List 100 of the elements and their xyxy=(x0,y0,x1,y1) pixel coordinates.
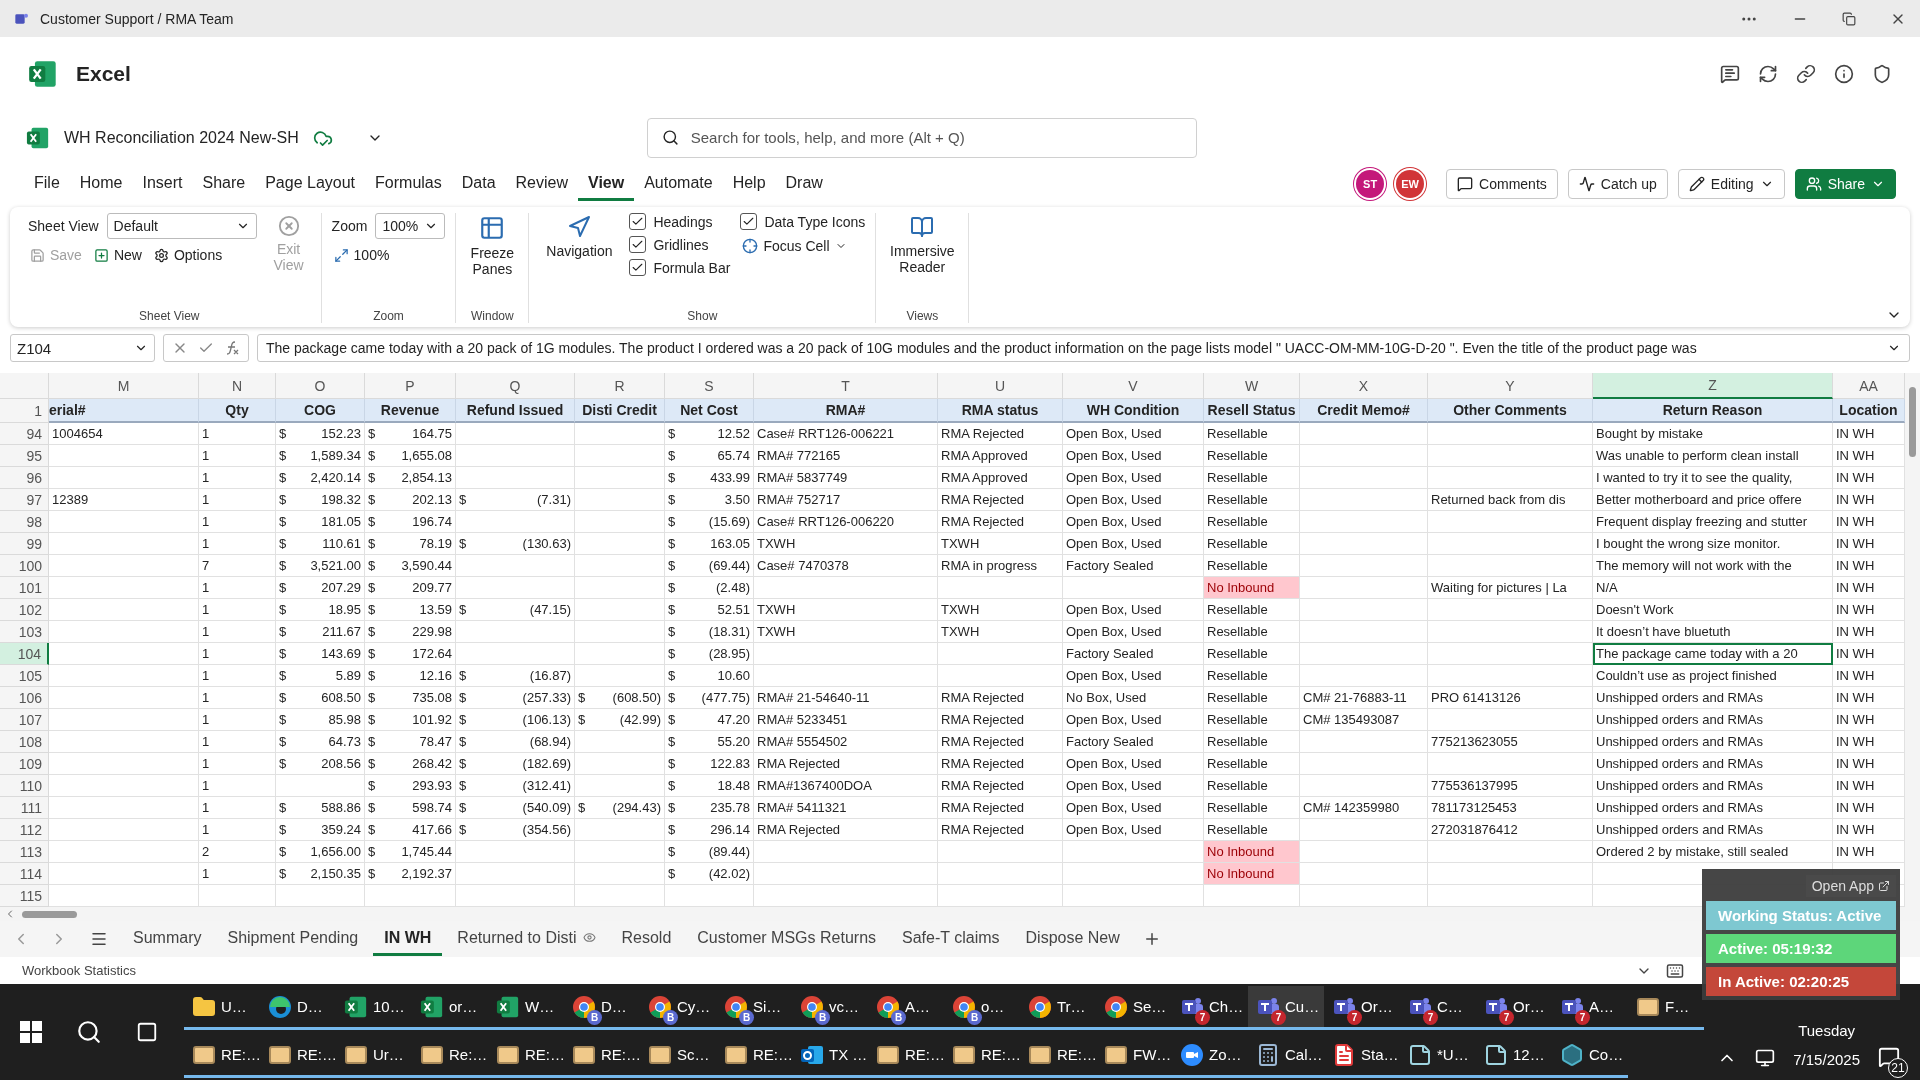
empty-cell[interactable] xyxy=(1300,423,1428,445)
column-header[interactable]: P xyxy=(365,373,456,399)
empty-cell[interactable] xyxy=(1428,511,1593,533)
empty-cell[interactable] xyxy=(938,577,1063,599)
taskbar-item[interactable]: 7 Cu… xyxy=(1248,986,1324,1030)
empty-cell[interactable] xyxy=(456,555,575,577)
sheet-tab[interactable]: Safe-T claims xyxy=(891,922,1011,956)
menu-tab[interactable]: Home xyxy=(69,167,133,201)
taskbar-item[interactable]: TX … xyxy=(792,1034,868,1078)
menu-icon[interactable] xyxy=(90,930,108,948)
empty-cell[interactable] xyxy=(1300,533,1428,555)
row-header[interactable]: 103 xyxy=(0,621,49,643)
empty-cell[interactable] xyxy=(1300,621,1428,643)
header-button[interactable]: Catch up xyxy=(1567,169,1668,199)
selected-cell[interactable]: The package came today with a 20 xyxy=(1593,643,1833,665)
chat-icon[interactable] xyxy=(1720,63,1740,84)
checkbox[interactable]: Formula Bar xyxy=(629,259,731,276)
scrollbar-thumb[interactable] xyxy=(22,910,77,918)
empty-cell[interactable] xyxy=(1300,643,1428,665)
empty-cell[interactable] xyxy=(1300,753,1428,775)
empty-cell[interactable] xyxy=(1300,775,1428,797)
taskbar-item[interactable]: 10… xyxy=(336,986,412,1030)
checkbox[interactable]: Data Type Icons xyxy=(740,213,866,230)
user-avatar[interactable]: ST xyxy=(1356,170,1385,198)
column-header[interactable]: Q xyxy=(456,373,575,399)
focus-cell-button[interactable]: Focus Cell xyxy=(740,236,866,256)
empty-cell[interactable] xyxy=(1428,555,1593,577)
column-header[interactable]: Z xyxy=(1593,373,1833,399)
empty-cell[interactable] xyxy=(1428,753,1593,775)
empty-cell[interactable] xyxy=(1428,709,1593,731)
sheet-tab[interactable]: Customer MSGs Returns xyxy=(686,922,888,956)
empty-cell[interactable] xyxy=(575,577,665,599)
row-header[interactable]: 113 xyxy=(0,841,49,863)
empty-cell[interactable] xyxy=(456,577,575,599)
immersive-reader-button[interactable]: Immersive Reader xyxy=(886,213,959,309)
column-header[interactable]: X xyxy=(1300,373,1428,399)
empty-cell[interactable] xyxy=(1428,841,1593,863)
ribbon-button[interactable]: New xyxy=(91,245,144,265)
empty-cell[interactable] xyxy=(456,467,575,489)
header-button[interactable]: Share xyxy=(1794,169,1896,199)
sheet-view-dropdown[interactable]: Default xyxy=(106,213,257,239)
taskbar-item[interactable]: or… xyxy=(412,986,488,1030)
empty-cell[interactable] xyxy=(456,863,575,885)
empty-cell[interactable] xyxy=(1428,665,1593,687)
empty-cell[interactable] xyxy=(1428,467,1593,489)
row-header[interactable]: 114 xyxy=(0,863,49,885)
empty-cell[interactable] xyxy=(575,555,665,577)
taskbar-item[interactable]: Co… xyxy=(1552,1034,1628,1078)
column-header[interactable]: T xyxy=(754,373,938,399)
function-icon[interactable] xyxy=(224,340,240,356)
checkbox[interactable]: Gridlines xyxy=(629,236,731,253)
menu-tab[interactable]: Insert xyxy=(132,167,193,201)
empty-cell[interactable] xyxy=(575,863,665,885)
empty-cell[interactable] xyxy=(938,665,1063,687)
task-view-icon[interactable] xyxy=(136,1021,158,1043)
empty-cell[interactable] xyxy=(754,665,938,687)
menu-tab[interactable]: Review xyxy=(505,167,578,201)
ribbon-button[interactable]: 100% xyxy=(331,245,446,265)
column-header[interactable]: AA xyxy=(1833,373,1905,399)
row-header[interactable]: 1 xyxy=(0,399,49,423)
navigation-button[interactable]: Navigation xyxy=(539,213,620,309)
taskbar-item[interactable]: U… xyxy=(184,986,260,1030)
taskbar-item[interactable]: RE:… xyxy=(716,1034,792,1078)
open-app-button[interactable]: Open App xyxy=(1805,875,1896,897)
clock-day[interactable]: Tuesday xyxy=(1798,1022,1856,1039)
checkbox-box[interactable] xyxy=(629,259,647,276)
status-text[interactable]: Workbook Statistics xyxy=(22,963,136,978)
row-header[interactable]: 99 xyxy=(0,533,49,555)
empty-cell[interactable] xyxy=(456,621,575,643)
sheet-tab[interactable]: Shipment Pending xyxy=(216,922,370,956)
sheet-tab[interactable]: Returned to Disti xyxy=(446,922,607,956)
row-header[interactable]: 115 xyxy=(0,885,49,907)
row-header[interactable]: 100 xyxy=(0,555,49,577)
empty-cell[interactable] xyxy=(456,511,575,533)
select-all-corner[interactable] xyxy=(0,373,49,399)
checkbox-box[interactable] xyxy=(629,213,647,230)
empty-cell[interactable] xyxy=(938,863,1063,885)
restore-icon[interactable] xyxy=(1842,11,1856,26)
empty-cell[interactable] xyxy=(1300,445,1428,467)
empty-cell[interactable] xyxy=(575,489,665,511)
empty-cell[interactable] xyxy=(1428,533,1593,555)
empty-cell[interactable] xyxy=(456,643,575,665)
column-header[interactable]: S xyxy=(665,373,754,399)
row-header[interactable]: 94 xyxy=(0,423,49,445)
empty-cell[interactable] xyxy=(575,533,665,555)
taskbar-item[interactable]: W… xyxy=(488,986,564,1030)
taskbar-item[interactable]: D… xyxy=(260,986,336,1030)
scrollbar-thumb[interactable] xyxy=(1909,387,1916,457)
start-icon[interactable] xyxy=(20,1021,42,1043)
menu-tab[interactable]: View xyxy=(578,167,635,201)
empty-cell[interactable] xyxy=(575,665,665,687)
taskbar-item[interactable]: Tr… xyxy=(1020,986,1096,1030)
row-header[interactable]: 98 xyxy=(0,511,49,533)
empty-cell[interactable] xyxy=(1428,863,1593,885)
keyboard-icon[interactable] xyxy=(1666,961,1684,980)
column-header[interactable]: R xyxy=(575,373,665,399)
column-header[interactable]: W xyxy=(1204,373,1300,399)
taskbar-item[interactable]: *U… xyxy=(1400,1034,1476,1078)
taskbar-item[interactable]: 7 Or… xyxy=(1324,986,1400,1030)
search-icon[interactable] xyxy=(76,1019,102,1045)
